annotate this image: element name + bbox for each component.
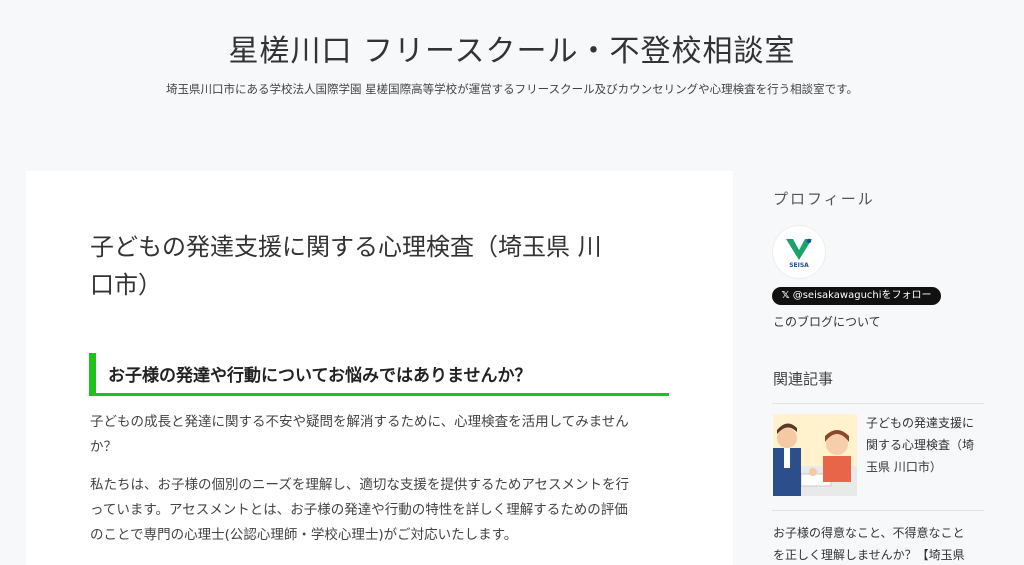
paragraph-1: 子どもの成長と発達に関する不安や疑問を解消するために、心理検査を活用してみません… [90, 410, 670, 460]
paragraph-1-line1: 子どもの成長と発達に関する不安や疑問を解消するために、心理検査を活用してみません [90, 414, 629, 430]
related-posts-title: 関連記事 [773, 370, 834, 388]
x-logo-icon: 𝕏 [781, 290, 790, 301]
section-heading: お子様の発達や行動についてお悩みではありませんか？ [108, 366, 532, 386]
follow-button-label: @seisakawaguchiをフォロー [792, 290, 932, 301]
article-title-line2: 口市） [90, 271, 162, 299]
related-divider-top [772, 403, 984, 404]
related-post-2-line1: お子様の得意なこと、不得意なこと [773, 526, 965, 540]
related-post-1-line1: 子どもの発達支援に [866, 416, 975, 430]
article-title: 子どもの発達支援に関する心理検査（埼玉県 川 口市） [90, 228, 690, 304]
site-header: 星槎川口 フリースクール・不登校相談室 埼玉県川口市にある学校法人国際学園 星槎… [0, 0, 1024, 160]
section-heading-box: お子様の発達や行動についてお悩みではありませんか？ [89, 353, 669, 396]
profile-widget-title: プロフィール [773, 190, 875, 208]
site-description: 埼玉県川口市にある学校法人国際学園 星槎国際高等学校が運営するフリースクール及び… [166, 82, 858, 96]
article-title-line1: 子どもの発達支援に関する心理検査（埼玉県 川 [90, 233, 602, 261]
paragraph-1-line2: か？ [90, 439, 117, 455]
related-post-1-line3: 玉県 川口市） [866, 460, 942, 474]
related-post-2-title[interactable]: お子様の得意なこと、不得意なこと を正しく理解しませんか？【埼玉県 [773, 522, 988, 565]
profile-avatar[interactable]: SEISA [772, 225, 826, 279]
site-title[interactable]: 星槎川口 フリースクール・不登校相談室 [0, 26, 1024, 70]
paragraph-2-line2: っています。アセスメントとは、お子様の発達や行動の特性を詳しく理解するための評価 [90, 502, 628, 518]
twitter-follow-button[interactable]: 𝕏 @seisakawaguchiをフォロー [772, 287, 941, 305]
related-post-2-line2: を正しく理解しませんか？【埼玉県 [773, 548, 965, 562]
about-blog-link[interactable]: このブログについて [773, 313, 881, 330]
related-post-1-line2: 関する心理検査（埼 [866, 438, 975, 452]
related-divider-middle [772, 510, 984, 511]
paragraph-2-line1: 私たちは、お子様の個別のニーズを理解し、適切な支援を提供するためアセスメントを行 [90, 477, 630, 493]
related-post-1-title[interactable]: 子どもの発達支援に 関する心理検査（埼 玉県 川口市） [866, 412, 988, 478]
avatar-logo-text: SEISA [789, 261, 809, 269]
paragraph-2: 私たちは、お子様の個別のニーズを理解し、適切な支援を提供するためアセスメントを行… [90, 473, 670, 548]
related-post-thumbnail[interactable] [773, 414, 857, 496]
paragraph-2-line3: のことで専門の心理士(公認心理師・学校心理士)がご対応いたします。 [90, 527, 518, 543]
counseling-illustration-icon [773, 414, 857, 496]
